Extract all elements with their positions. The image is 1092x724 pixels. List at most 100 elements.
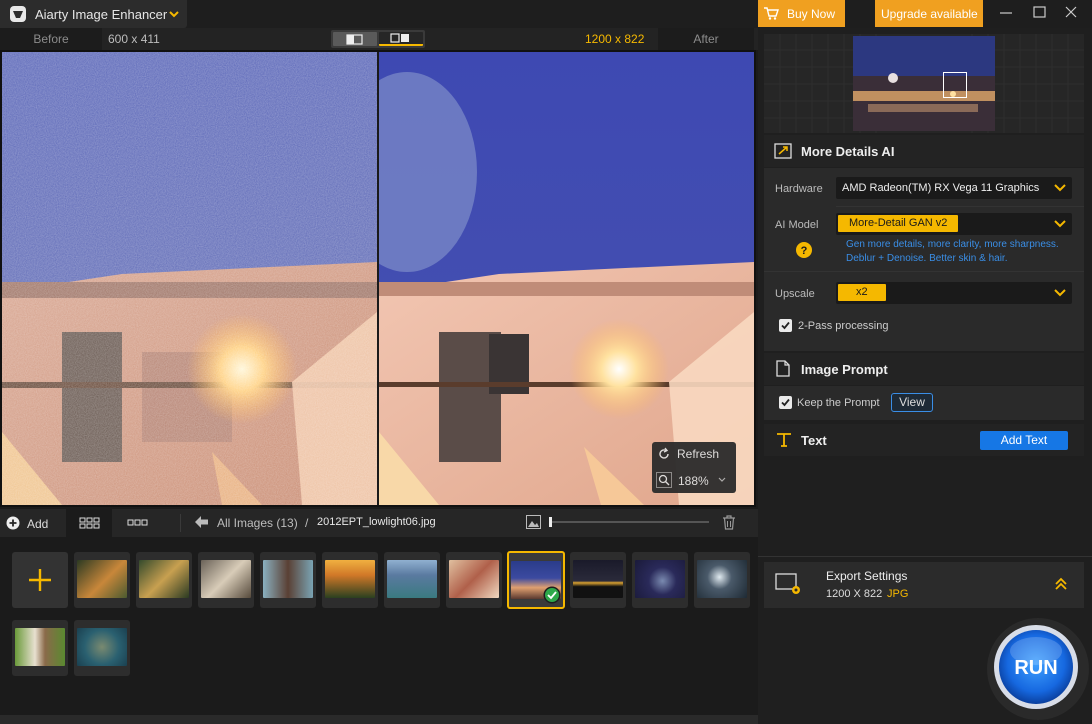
buy-now-label: Buy Now bbox=[787, 7, 836, 21]
minimize-button[interactable] bbox=[995, 5, 1017, 21]
run-button[interactable]: RUN bbox=[986, 617, 1090, 721]
help-icon[interactable]: ? bbox=[796, 242, 812, 258]
navigator-viewport[interactable] bbox=[943, 72, 967, 98]
breadcrumb-file: 2012EPT_lowlight06.jpg bbox=[317, 516, 436, 528]
gallery-thumbnail[interactable] bbox=[632, 552, 688, 608]
cart-icon bbox=[764, 7, 779, 20]
gallery-thumbnail[interactable] bbox=[694, 552, 750, 608]
text-header: Text Add Text bbox=[764, 424, 1084, 456]
ai-model-description-2: Deblur + Denoise. Better skin & hair. bbox=[846, 253, 1008, 264]
gallery-thumbnail-selected[interactable] bbox=[507, 551, 565, 609]
single-view-button[interactable] bbox=[333, 32, 377, 46]
gallery-thumbnail[interactable] bbox=[136, 552, 192, 608]
text-t-icon bbox=[776, 432, 792, 447]
two-pass-label: 2-Pass processing bbox=[798, 320, 889, 332]
after-size: 1200 x 822 bbox=[585, 32, 645, 46]
upscale-select[interactable]: x2 bbox=[836, 282, 1072, 304]
trash-icon[interactable] bbox=[722, 515, 736, 530]
export-settings-bar[interactable]: Export Settings 1200 X 822 JPG bbox=[764, 562, 1084, 608]
section-title: Image Prompt bbox=[801, 362, 888, 377]
strip-view-button[interactable] bbox=[114, 509, 160, 537]
chevron-down-icon[interactable] bbox=[168, 9, 180, 19]
keep-prompt-checkbox[interactable] bbox=[779, 396, 792, 409]
export-format: JPG bbox=[887, 588, 909, 600]
grid-view-button[interactable] bbox=[66, 509, 112, 537]
after-preview-image[interactable] bbox=[379, 52, 754, 505]
split-view-button[interactable] bbox=[379, 32, 423, 46]
plus-circle-icon bbox=[6, 516, 20, 530]
more-details-body: Hardware AMD Radeon(TM) RX Vega 11 Graph… bbox=[764, 168, 1084, 351]
navigator-thumbnail[interactable] bbox=[853, 36, 995, 131]
more-details-header: More Details AI bbox=[764, 135, 1084, 167]
close-button[interactable] bbox=[1060, 5, 1082, 21]
gallery-thumbnail[interactable] bbox=[260, 552, 316, 608]
divider bbox=[764, 271, 1084, 272]
hardware-select[interactable]: AMD Radeon(TM) RX Vega 11 Graphics bbox=[836, 177, 1072, 199]
ai-model-value: More-Detail GAN v2 bbox=[838, 215, 959, 232]
separator bbox=[180, 514, 181, 532]
maximize-button[interactable] bbox=[1029, 5, 1051, 21]
after-label: After bbox=[658, 28, 754, 50]
gallery-thumbnail[interactable] bbox=[198, 552, 254, 608]
gallery-thumbnail[interactable] bbox=[570, 552, 626, 608]
gallery-thumbnail[interactable] bbox=[12, 620, 68, 676]
document-icon bbox=[776, 360, 790, 377]
gallery-thumbnail[interactable] bbox=[74, 620, 130, 676]
image-size-icon bbox=[526, 515, 541, 529]
expand-icon bbox=[774, 143, 792, 159]
add-text-button[interactable]: Add Text bbox=[980, 431, 1068, 450]
zoom-value: 188% bbox=[678, 474, 709, 488]
zoom-dropdown[interactable]: 188% bbox=[652, 469, 736, 493]
refresh-icon bbox=[657, 447, 671, 461]
image-prompt-header: Image Prompt bbox=[764, 353, 1084, 385]
thumb-size-slider[interactable] bbox=[549, 517, 709, 527]
view-button[interactable]: View bbox=[891, 393, 933, 412]
refresh-label: Refresh bbox=[677, 447, 720, 461]
upscale-label: Upscale bbox=[775, 288, 815, 300]
ai-model-label: AI Model bbox=[775, 219, 819, 231]
add-image-tile[interactable] bbox=[12, 552, 68, 608]
upgrade-label: Upgrade available bbox=[881, 7, 978, 21]
chevron-down-icon bbox=[717, 476, 727, 484]
export-size: 1200 X 822 bbox=[826, 588, 883, 600]
gallery-thumbnail[interactable] bbox=[322, 552, 378, 608]
add-text-label: Add Text bbox=[1000, 433, 1048, 447]
zoom-popup: Refresh 188% bbox=[652, 442, 736, 493]
view-mode-toggle bbox=[331, 30, 425, 48]
add-label: Add bbox=[27, 517, 49, 531]
export-title: Export Settings bbox=[826, 569, 908, 583]
app-logo-icon bbox=[9, 5, 27, 23]
hardware-label: Hardware bbox=[775, 183, 823, 195]
gallery-thumbnail[interactable] bbox=[446, 552, 502, 608]
app-title: Aiarty Image Enhancer bbox=[35, 7, 168, 22]
add-button[interactable]: Add bbox=[0, 509, 66, 537]
before-preview-image[interactable] bbox=[2, 52, 377, 505]
run-label: RUN bbox=[1014, 657, 1058, 679]
ai-model-description-1: Gen more details, more clarity, more sha… bbox=[846, 239, 1059, 250]
gallery-thumbnail[interactable] bbox=[384, 552, 440, 608]
upgrade-button[interactable]: Upgrade available bbox=[875, 0, 983, 27]
panel-divider bbox=[758, 556, 1092, 557]
buy-now-button[interactable]: Buy Now bbox=[758, 0, 845, 27]
chevron-down-icon bbox=[1054, 288, 1066, 298]
double-chevron-up-icon[interactable] bbox=[1054, 577, 1068, 591]
before-label: Before bbox=[0, 28, 102, 50]
export-settings-icon bbox=[775, 573, 803, 597]
two-pass-checkbox[interactable] bbox=[779, 319, 792, 332]
breadcrumb-separator: / bbox=[305, 516, 309, 530]
image-prompt-body: Keep the Prompt View bbox=[764, 386, 1084, 420]
chevron-down-icon bbox=[1054, 219, 1066, 229]
app-menu[interactable]: Aiarty Image Enhancer bbox=[0, 0, 187, 28]
before-size: 600 x 411 bbox=[108, 32, 160, 46]
svg-text:?: ? bbox=[801, 245, 808, 257]
upscale-value: x2 bbox=[838, 284, 886, 301]
hardware-value: AMD Radeon(TM) RX Vega 11 Graphics bbox=[842, 182, 1040, 194]
back-arrow-icon[interactable] bbox=[195, 516, 209, 528]
ai-model-select[interactable]: More-Detail GAN v2 bbox=[836, 213, 1072, 235]
refresh-button[interactable]: Refresh bbox=[652, 442, 736, 466]
breadcrumb-root[interactable]: All Images (13) bbox=[217, 516, 298, 530]
horizontal-scrollbar[interactable] bbox=[0, 715, 758, 724]
gallery-thumbnail[interactable] bbox=[74, 552, 130, 608]
slider-handle[interactable] bbox=[549, 517, 552, 527]
section-title: More Details AI bbox=[801, 144, 895, 159]
